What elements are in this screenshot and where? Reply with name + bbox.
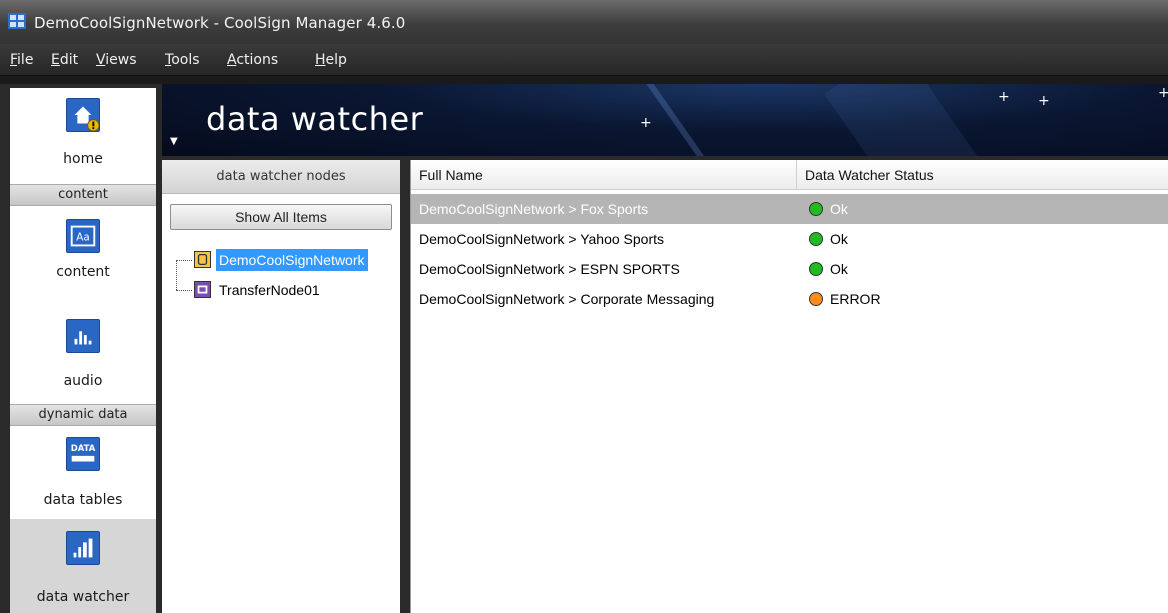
content-icon: Aa bbox=[66, 219, 100, 253]
status-cell: Ok bbox=[830, 231, 848, 247]
home-icon bbox=[66, 98, 100, 132]
nav-content[interactable]: Aa content bbox=[10, 207, 156, 303]
show-all-items-button[interactable]: Show All Items bbox=[170, 204, 392, 230]
data-watcher-icon bbox=[66, 531, 100, 565]
menu-views[interactable]: Views bbox=[96, 52, 137, 68]
transfer-node-icon bbox=[194, 281, 211, 298]
banner-star: + bbox=[1038, 93, 1050, 109]
full-name-cell: DemoCoolSignNetwork > Fox Sports bbox=[419, 201, 649, 217]
app-icon bbox=[8, 13, 26, 29]
status-cell: Ok bbox=[830, 261, 848, 277]
nav-audio[interactable]: audio bbox=[10, 303, 156, 399]
status-ok-icon bbox=[809, 262, 823, 276]
window-title: DemoCoolSignNetwork - CoolSign Manager 4… bbox=[34, 14, 406, 32]
menu-actions[interactable]: Actions bbox=[227, 52, 278, 68]
nodes-pane-header: data watcher nodes bbox=[162, 160, 400, 194]
table-row[interactable]: DemoCoolSignNetwork > Yahoo Sports Ok bbox=[411, 224, 1168, 254]
status-ok-icon bbox=[809, 202, 823, 216]
collapse-arrow-icon[interactable]: ▼ bbox=[170, 136, 178, 147]
full-name-cell: DemoCoolSignNetwork > ESPN SPORTS bbox=[419, 261, 680, 277]
menu-bar: File Edit Views Tools Actions Help bbox=[0, 44, 1168, 76]
status-cell: Ok bbox=[830, 201, 848, 217]
banner-star: + bbox=[1158, 85, 1168, 101]
tree-node-transfer[interactable]: TransferNode01 bbox=[162, 278, 400, 302]
status-cell: ERROR bbox=[830, 291, 881, 307]
status-error-icon bbox=[809, 292, 823, 306]
column-header-status[interactable]: Data Watcher Status bbox=[797, 160, 1168, 190]
nav-section-dynamic-data: dynamic data bbox=[10, 404, 156, 426]
nav-panel: home content Aa content audio dynamic da… bbox=[10, 88, 156, 613]
nav-data-tables-label: data tables bbox=[43, 492, 123, 508]
nav-data-tables[interactable]: DATA data tables bbox=[10, 427, 156, 519]
status-list: Full Name Data Watcher Status DemoCoolSi… bbox=[410, 160, 1168, 613]
table-row[interactable]: DemoCoolSignNetwork > Fox Sports Ok bbox=[411, 194, 1168, 224]
nodes-pane: data watcher nodes Show All Items DemoCo… bbox=[162, 160, 400, 613]
nav-content-label: content bbox=[56, 264, 110, 280]
menu-tools[interactable]: Tools bbox=[165, 52, 200, 68]
full-name-cell: DemoCoolSignNetwork > Yahoo Sports bbox=[419, 231, 664, 247]
menu-edit[interactable]: Edit bbox=[51, 52, 78, 68]
banner-star: + bbox=[998, 89, 1010, 105]
table-row[interactable]: DemoCoolSignNetwork > Corporate Messagin… bbox=[411, 284, 1168, 314]
tree-node-network[interactable]: DemoCoolSignNetwork bbox=[162, 248, 400, 272]
svg-text:DATA: DATA bbox=[71, 443, 96, 453]
status-ok-icon bbox=[809, 232, 823, 246]
network-icon bbox=[194, 251, 211, 268]
menu-help[interactable]: Help bbox=[315, 52, 347, 68]
page-header-banner: + + + + ▼ data watcher bbox=[162, 84, 1168, 156]
banner-decoration bbox=[824, 84, 990, 156]
tree-connector bbox=[176, 290, 192, 291]
nav-home-label: home bbox=[63, 151, 103, 167]
tree-connector bbox=[176, 260, 192, 261]
column-header-full-name[interactable]: Full Name bbox=[411, 160, 797, 190]
tree-node-label: DemoCoolSignNetwork bbox=[216, 249, 368, 271]
page-title: data watcher bbox=[206, 100, 424, 138]
nav-data-watcher[interactable]: data watcher bbox=[10, 519, 156, 613]
audio-icon bbox=[66, 319, 100, 353]
full-name-cell: DemoCoolSignNetwork > Corporate Messagin… bbox=[419, 291, 715, 307]
left-nav: home content Aa content audio dynamic da… bbox=[0, 84, 168, 613]
tree-node-label: TransferNode01 bbox=[219, 282, 320, 298]
title-bar: DemoCoolSignNetwork - CoolSign Manager 4… bbox=[0, 0, 1168, 44]
svg-text:Aa: Aa bbox=[76, 232, 89, 244]
nav-section-content: content bbox=[10, 184, 156, 206]
table-row[interactable]: DemoCoolSignNetwork > ESPN SPORTS Ok bbox=[411, 254, 1168, 284]
nav-audio-label: audio bbox=[63, 373, 103, 389]
main-content: data watcher nodes Show All Items DemoCo… bbox=[162, 156, 1168, 613]
nav-home[interactable]: home bbox=[10, 88, 156, 176]
menu-file[interactable]: File bbox=[10, 52, 33, 68]
nav-data-watcher-label: data watcher bbox=[36, 589, 130, 605]
data-tables-icon: DATA bbox=[66, 437, 100, 471]
banner-star: + bbox=[640, 115, 652, 131]
